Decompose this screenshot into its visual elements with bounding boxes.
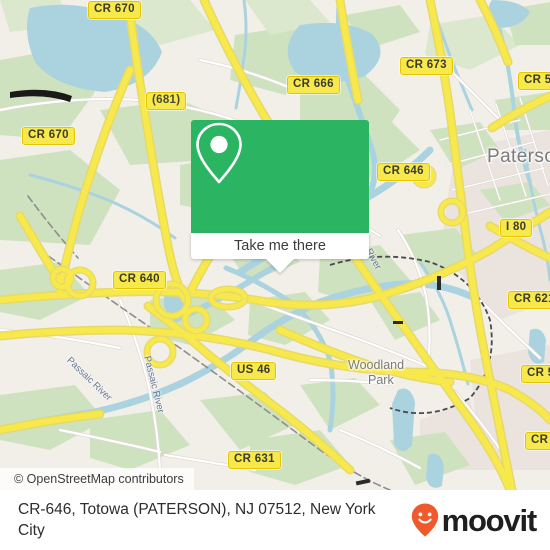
- road-shield: CR 50: [521, 365, 550, 383]
- road-shield: CR 666: [287, 76, 340, 94]
- road-shield: US 46: [231, 362, 277, 380]
- road-shield: (681): [146, 92, 187, 110]
- place-label: Paterson: [487, 146, 550, 167]
- map-canvas[interactable]: .water { fill:#aad3df; } .wline { fill:n…: [0, 0, 550, 490]
- callout-tail: [266, 259, 294, 273]
- location-caption: CR-646, Totowa (PATERSON), NJ 07512, New…: [18, 501, 376, 539]
- map-pin-icon: [196, 122, 242, 184]
- road-shield: CR 673: [400, 57, 453, 75]
- road-shield: CR 50: [518, 72, 550, 90]
- place-label: Park: [368, 373, 394, 387]
- attribution-label: © OpenStreetMap contributors: [14, 472, 184, 486]
- road-shield: CR 670: [22, 127, 75, 145]
- road-shield: CR 621: [508, 291, 550, 309]
- callout-image-area: [191, 120, 369, 233]
- moovit-wordmark: moovit: [441, 502, 538, 538]
- take-me-there-button[interactable]: Take me there: [191, 233, 369, 273]
- road-shield: CR 5: [525, 432, 550, 450]
- footer-bar: CR-646, Totowa (PATERSON), NJ 07512, New…: [0, 490, 550, 550]
- road-shield: CR 640: [113, 271, 166, 289]
- road-shield: CR 631: [228, 451, 281, 469]
- map-attribution[interactable]: © OpenStreetMap contributors: [0, 468, 194, 490]
- road-shield: CR 670: [88, 1, 141, 19]
- moovit-smiley-pin-icon: [411, 503, 438, 537]
- moovit-logo[interactable]: moovit: [410, 502, 538, 538]
- road-shield: I 80: [500, 219, 533, 237]
- location-callout[interactable]: Take me there: [191, 120, 369, 273]
- road-shield: CR 646: [377, 163, 430, 181]
- place-label: Woodland: [348, 358, 405, 372]
- screenshot-root: .water { fill:#aad3df; } .wline { fill:n…: [0, 0, 550, 550]
- take-me-there-label: Take me there: [234, 238, 326, 254]
